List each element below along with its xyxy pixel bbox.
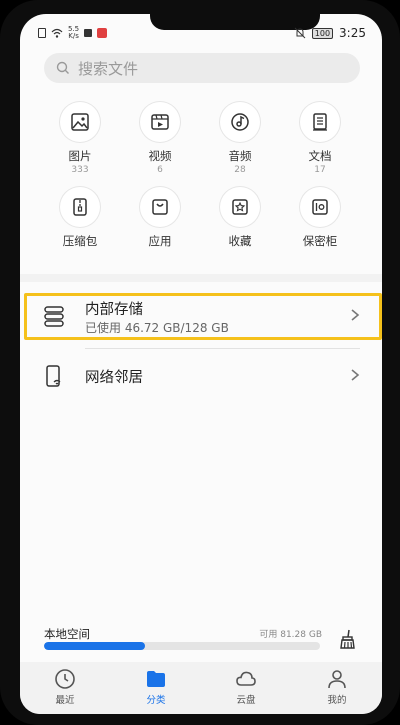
- search-placeholder: 搜索文件: [78, 59, 139, 78]
- category-label: 应用: [148, 234, 172, 248]
- category-archives[interactable]: 压缩包: [40, 187, 120, 249]
- nav-tab-me[interactable]: 我的: [302, 668, 372, 706]
- nav-tab-recent[interactable]: 最近: [30, 668, 100, 706]
- category-icon-circle: [300, 102, 340, 142]
- net-speed-unit: K/s: [68, 32, 79, 40]
- category-icon-circle: [140, 187, 180, 227]
- category-label: 视频: [148, 149, 172, 163]
- section-separator: [20, 274, 382, 282]
- category-count: 28: [234, 165, 246, 175]
- app-bag-icon: [152, 199, 168, 215]
- battery-icon: 100: [311, 27, 334, 39]
- nav-label: 最近: [55, 695, 75, 706]
- category-favorites[interactable]: 收藏: [200, 187, 280, 249]
- music-icon: [231, 113, 249, 131]
- status-bar: 5.5 K/s 100 3:25: [20, 22, 382, 46]
- nav-label: 云盘: [236, 695, 256, 706]
- clock-icon: [55, 669, 75, 689]
- document-icon: [313, 113, 327, 131]
- category-label: 音频: [228, 149, 252, 163]
- screen: 5.5 K/s 100 3:25 搜索文件 图片 333 视频 6 音频 28 …: [20, 14, 382, 714]
- search-bar[interactable]: 搜索文件: [44, 53, 360, 83]
- net-speed: 5.5 K/s: [68, 26, 79, 40]
- network-neighbors-title: 网络邻居: [85, 370, 143, 386]
- chevron-right-icon: [351, 369, 360, 381]
- category-icon-circle: [300, 187, 340, 227]
- category-safe[interactable]: 保密柜: [280, 187, 360, 249]
- broom-clean-icon[interactable]: [336, 628, 358, 650]
- bottom-nav: 最近 分类 云盘 我的: [20, 662, 382, 714]
- status-time: 3:25: [339, 26, 366, 40]
- category-apps[interactable]: 应用: [120, 187, 200, 249]
- archive-icon: [73, 198, 87, 216]
- bell-off-icon: [294, 27, 306, 39]
- wifi-icon: [51, 28, 63, 38]
- category-label: 文档: [308, 149, 332, 163]
- highlight-box: [24, 293, 382, 340]
- nav-label: 分类: [146, 695, 166, 706]
- nav-tab-cloud[interactable]: 云盘: [211, 668, 281, 706]
- category-icon-circle: [220, 102, 260, 142]
- category-label: 压缩包: [62, 234, 98, 248]
- category-documents[interactable]: 文档 17: [280, 102, 360, 175]
- category-images[interactable]: 图片 333: [40, 102, 120, 175]
- profile-icon: [328, 670, 346, 689]
- local-space-progress-fill: [44, 642, 145, 650]
- category-count: 17: [314, 165, 326, 175]
- nav-tab-categories[interactable]: 分类: [121, 668, 191, 706]
- category-label: 图片: [68, 149, 92, 163]
- category-icon-circle: [60, 187, 100, 227]
- divider: [85, 348, 360, 349]
- category-count: 333: [71, 165, 89, 175]
- safe-icon: [312, 199, 328, 215]
- category-icon-circle: [60, 102, 100, 142]
- category-label: 保密柜: [302, 234, 338, 248]
- nav-label: 我的: [327, 695, 347, 706]
- sim-icon: [38, 28, 46, 38]
- star-box-icon: [232, 199, 248, 215]
- category-count: 6: [157, 165, 163, 175]
- category-icon-circle: [220, 187, 260, 227]
- folder-icon: [147, 671, 165, 687]
- image-icon: [71, 113, 89, 131]
- category-videos[interactable]: 视频 6: [120, 102, 200, 175]
- search-icon: [56, 61, 69, 74]
- network-neighbors-item[interactable]: 网络邻居: [20, 352, 382, 402]
- cloud-icon: [236, 671, 256, 686]
- local-space-label: 本地空间: [44, 627, 90, 641]
- network-device-icon: [46, 365, 61, 387]
- category-icon-circle: [140, 102, 180, 142]
- video-icon: [151, 114, 169, 130]
- notification-square-icon: [84, 29, 93, 37]
- local-space-free: 可用 81.28 GB: [259, 630, 322, 640]
- app-notification-icon: [97, 28, 108, 38]
- category-audio[interactable]: 音频 28: [200, 102, 280, 175]
- phone-frame: 5.5 K/s 100 3:25 搜索文件 图片 333 视频 6 音频 28 …: [0, 0, 400, 725]
- local-space-progress: [44, 642, 320, 650]
- category-label: 收藏: [228, 234, 252, 248]
